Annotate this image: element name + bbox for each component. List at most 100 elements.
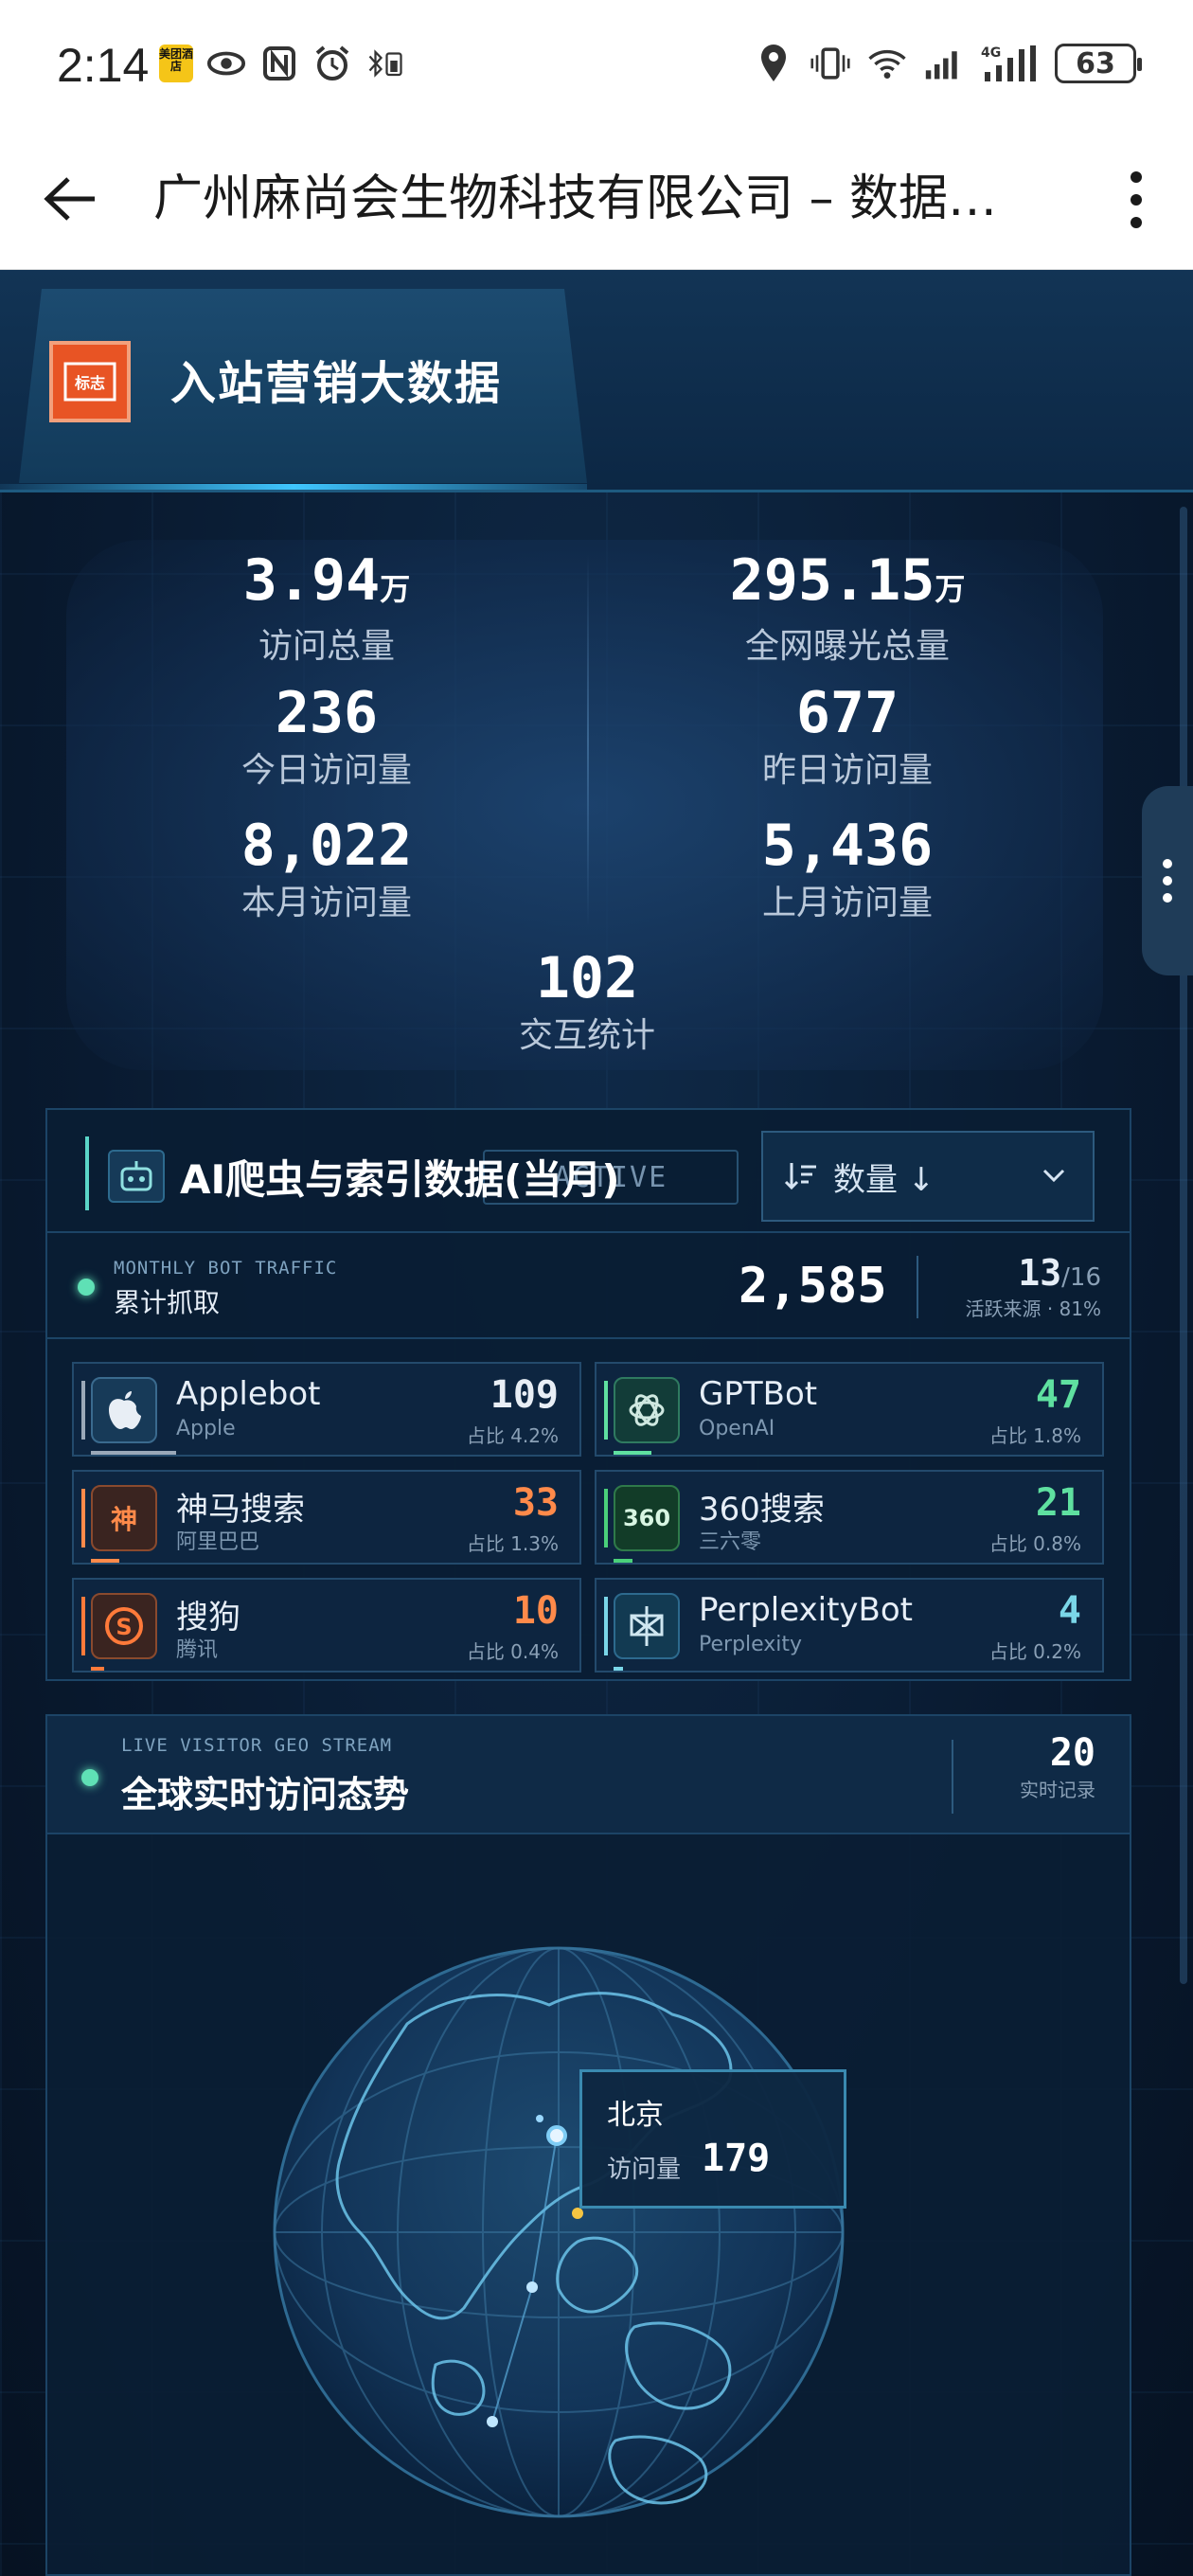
records-count: 20 实时记录 [1020,1731,1095,1802]
stat-total-visits-value: 3.94 [242,547,381,614]
bot-name: PerplexityBot [699,1591,914,1629]
tooltip-label: 访问量 [607,2156,682,2184]
stat-yesterday-label: 昨日访问量 [761,751,933,790]
dashboard[interactable]: 标志 入站营销大数据 3.94万 访问总量 295.15万 全网曝光总量 236… [0,270,1193,2576]
scrollbar[interactable] [1180,507,1187,1984]
bot-name: 搜狗 [176,1599,240,1637]
perplexity-icon [614,1593,680,1659]
stat-last-month: 5,436 上月访问量 [601,812,1094,927]
bluetooth-battery-icon [365,44,405,83]
location-icon [754,44,793,83]
dashboard-title: 入站营销大数据 [170,357,503,410]
stat-total-visits-label: 访问总量 [258,627,395,666]
stat-unit: 万 [935,571,966,607]
stat-today: 236 今日访问量 [80,679,573,795]
stat-last-month-label: 上月访问量 [761,884,933,922]
tooltip-value: 179 [702,2137,771,2180]
ai-bot-panel: ACTIVE AI爬虫与索引数据(当月) 数量 ↓ MONTHLY BOT TR… [45,1108,1131,1681]
visitor-point [487,2416,498,2427]
bot-name: GPTBot [699,1375,818,1413]
stat-this-month-label: 本月访问量 [240,884,412,922]
stat-today-value: 236 [275,680,379,746]
openai-icon [614,1377,680,1443]
stat-interactions: 102 交互统计 [341,944,833,1060]
bot-org: 腾讯 [176,1638,219,1662]
apple-icon [91,1377,157,1443]
signal-4g-icon: 4G [981,44,1038,83]
map-tooltip: 北京 访问量 179 [579,2069,846,2209]
geo-title: 全球实时访问态势 [121,1774,410,1816]
eye-icon [206,44,246,83]
bot-pct: 占比 1.3% [466,1532,559,1555]
robot-icon [108,1150,165,1203]
bot-pct: 占比 1.8% [988,1424,1081,1447]
visitor-point [536,2115,543,2122]
stat-yesterday-value: 677 [795,680,899,746]
status-icons-left: 美团酒店 [159,44,405,83]
ai-bot-panel-header: ACTIVE AI爬虫与索引数据(当月) 数量 ↓ [47,1110,1130,1233]
sort-select[interactable]: 数量 ↓ [761,1131,1095,1222]
stat-interactions-value: 102 [535,945,639,1011]
bot-pct: 占比 4.2% [466,1424,559,1447]
shenma-icon: 神 [91,1485,157,1551]
stat-total-exposure-value: 295.15 [729,547,935,614]
company-logo: 标志 [49,341,131,422]
tooltip-city: 北京 [607,2099,664,2132]
stat-total-visits: 3.94万 访问总量 [80,546,573,671]
bot-name: 360搜索 [699,1491,825,1529]
active-label: 活跃来源 · 81% [965,1297,1101,1320]
back-arrow-icon [44,177,95,221]
bot-count: 33 [512,1481,559,1525]
sort-select-value: 数量 ↓ [833,1160,935,1199]
meituan-app-icon: 美团酒店 [159,45,193,82]
back-button[interactable] [38,166,104,232]
visitor-point-highlight [572,2208,583,2219]
active-of: /16 [1061,1263,1101,1292]
alarm-icon [312,44,352,83]
active-count: 13 [1018,1252,1062,1294]
geo-stream-header: LIVE VISITOR GEO STREAM 全球实时访问态势 20 实时记录 [47,1716,1130,1834]
status-time: 2:14 [57,39,150,92]
bot-card-sogou[interactable]: S 搜狗 腾讯 10 占比 0.4% [72,1578,581,1673]
bot-count: 21 [1035,1481,1081,1525]
status-dot-icon [78,1279,95,1296]
status-dot-icon [81,1769,98,1786]
bot-card-gptbot[interactable]: GPTBot OpenAI 47 占比 1.8% [595,1362,1104,1457]
signal-icon [924,44,964,83]
stat-interactions-label: 交互统计 [518,1016,655,1055]
vibrate-icon [810,44,850,83]
stat-this-month: 8,022 本月访问量 [80,812,573,927]
sort-icon [784,1163,816,1190]
bot-card-shenma[interactable]: 神 神马搜索 阿里巴巴 33 占比 1.3% [72,1470,581,1565]
sogou-icon: S [91,1593,157,1659]
records-label: 实时记录 [1020,1779,1095,1801]
bot-org: Perplexity [699,1633,803,1656]
chevron-down-icon [1042,1169,1065,1183]
company-logo-text: 标志 [74,374,105,392]
stat-unit: 万 [380,571,411,607]
svg-text:4G: 4G [981,45,1001,61]
bot-count: 47 [1035,1373,1081,1417]
wifi-icon [867,44,907,83]
active-sources: 13/16 活跃来源 · 81% [965,1252,1101,1321]
battery-icon: 63 [1055,44,1142,83]
stat-total-exposure: 295.15万 全网曝光总量 [601,546,1094,671]
bot-total-value: 2,585 [739,1258,887,1315]
bot-pct: 占比 0.4% [466,1640,559,1663]
status-bar: 2:14 美团酒店 4G 63 [0,0,1193,137]
bot-org: OpenAI [699,1417,775,1440]
sogou-icon-text: S [116,1614,132,1640]
app-bar: 广州麻尚会生物科技有限公司 – 数据… [0,137,1193,270]
stat-total-exposure-label: 全网曝光总量 [744,627,950,666]
page-title: 广州麻尚会生物科技有限公司 – 数据… [153,170,998,227]
more-options-icon[interactable] [1117,164,1155,236]
side-drawer-handle[interactable] [1142,786,1193,975]
stat-today-label: 今日访问量 [240,751,412,790]
records-value: 20 [1049,1731,1095,1775]
bot-card-applebot[interactable]: Applebot Apple 109 占比 4.2% [72,1362,581,1457]
bot-card-360[interactable]: 360 360搜索 三六零 21 占比 0.8% [595,1470,1104,1565]
bot-org: 三六零 [699,1530,762,1554]
bot-card-perplexity[interactable]: PerplexityBot Perplexity 4 占比 0.2% [595,1578,1104,1673]
stat-last-month-value: 5,436 [761,813,934,879]
bot-summary-row: MONTHLY BOT TRAFFIC 累计抓取 2,585 13/16 活跃来… [47,1235,1130,1339]
